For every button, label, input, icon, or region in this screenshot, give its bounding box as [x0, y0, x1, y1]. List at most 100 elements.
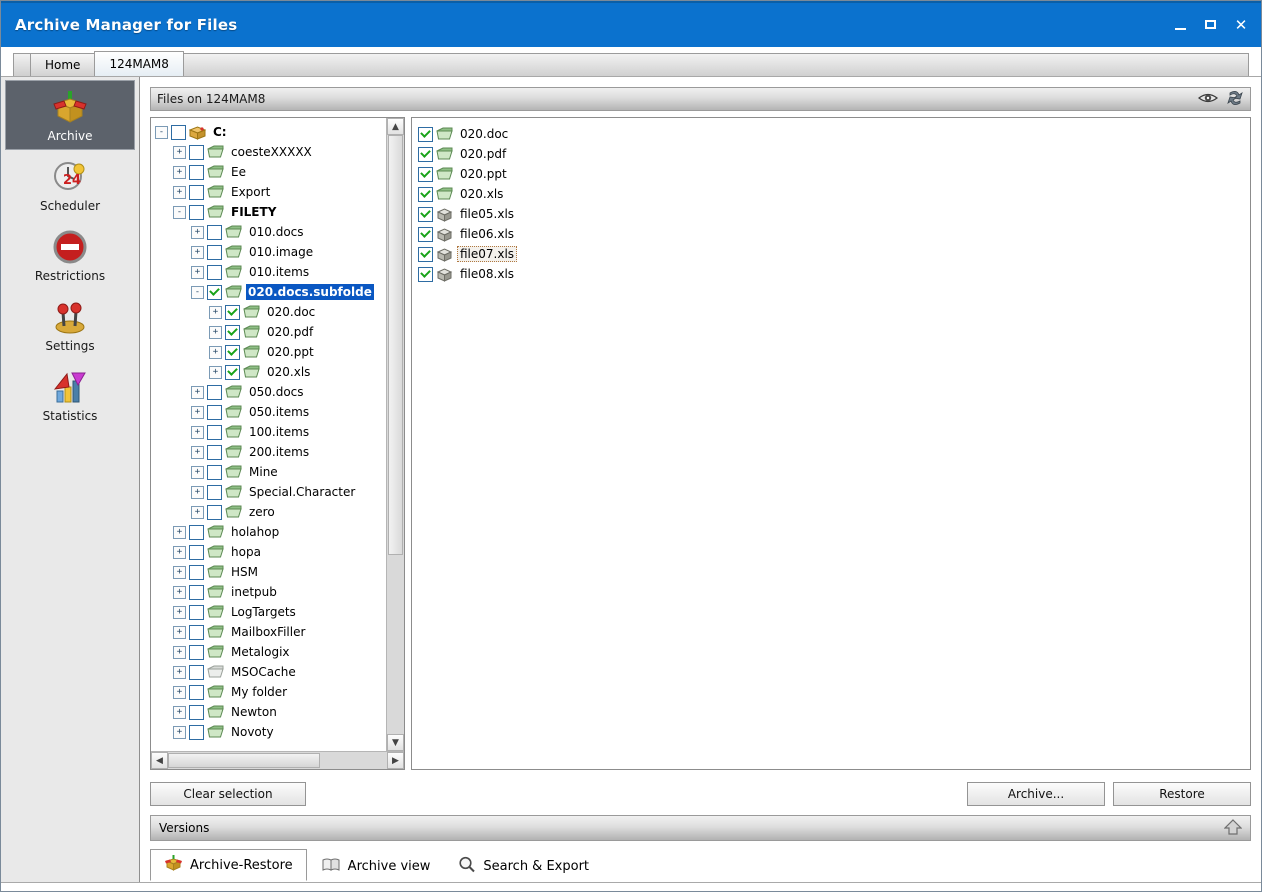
expand-toggle-icon[interactable]: +: [173, 166, 186, 179]
tree-row[interactable]: +050.docs: [155, 382, 386, 402]
folder-tree[interactable]: -C:+coesteXXXXX+Ee+Export-FILETY+010.doc…: [151, 118, 386, 751]
expand-toggle-icon[interactable]: +: [209, 346, 222, 359]
tree-row-checkbox[interactable]: [207, 405, 222, 420]
tree-row[interactable]: +Novoty: [155, 722, 386, 742]
sidebar-item-statistics[interactable]: Statistics: [5, 360, 135, 430]
tree-row[interactable]: +LogTargets: [155, 602, 386, 622]
expand-toggle-icon[interactable]: +: [173, 666, 186, 679]
expand-toggle-icon[interactable]: +: [191, 506, 204, 519]
tree-scroll-track[interactable]: [387, 135, 404, 734]
tree-row[interactable]: +010.items: [155, 262, 386, 282]
expand-toggle-icon[interactable]: +: [173, 146, 186, 159]
tree-row[interactable]: +020.pdf: [155, 322, 386, 342]
sidebar-item-archive[interactable]: Archive: [5, 80, 135, 150]
expand-toggle-icon[interactable]: +: [173, 726, 186, 739]
tree-row[interactable]: +My folder: [155, 682, 386, 702]
file-list-item[interactable]: 020.pdf: [418, 144, 1250, 164]
tree-hscroll-track[interactable]: [168, 752, 387, 769]
tree-row-checkbox[interactable]: [207, 225, 222, 240]
collapse-toggle-icon[interactable]: -: [155, 126, 168, 139]
expand-toggle-icon[interactable]: +: [191, 246, 204, 259]
file-item-checkbox[interactable]: [418, 147, 433, 162]
expand-toggle-icon[interactable]: +: [173, 646, 186, 659]
tree-row[interactable]: +hopa: [155, 542, 386, 562]
tree-row[interactable]: +holahop: [155, 522, 386, 542]
bottom-tab-archive-view[interactable]: Archive view: [307, 851, 445, 881]
tree-row-checkbox[interactable]: [171, 125, 186, 140]
tree-row-checkbox[interactable]: [189, 525, 204, 540]
expand-toggle-icon[interactable]: +: [173, 606, 186, 619]
file-item-checkbox[interactable]: [418, 267, 433, 282]
tree-row-checkbox[interactable]: [189, 725, 204, 740]
tree-row-checkbox[interactable]: [189, 585, 204, 600]
tree-row-checkbox[interactable]: [225, 305, 240, 320]
tree-row[interactable]: -020.docs.subfolde: [155, 282, 386, 302]
tree-row-checkbox[interactable]: [189, 165, 204, 180]
tree-vertical-scrollbar[interactable]: ▲ ▼: [386, 118, 404, 751]
file-item-checkbox[interactable]: [418, 247, 433, 262]
expand-toggle-icon[interactable]: +: [191, 266, 204, 279]
tree-row[interactable]: -C:: [155, 122, 386, 142]
file-list-item[interactable]: file05.xls: [418, 204, 1250, 224]
tree-row[interactable]: +HSM: [155, 562, 386, 582]
tree-row[interactable]: +010.image: [155, 242, 386, 262]
tree-row[interactable]: +020.xls: [155, 362, 386, 382]
sidebar-item-scheduler[interactable]: 24 Scheduler: [5, 150, 135, 220]
tree-scroll-thumb[interactable]: [388, 135, 403, 555]
preview-eye-icon[interactable]: [1198, 91, 1218, 108]
tree-row-checkbox[interactable]: [207, 265, 222, 280]
tree-row[interactable]: +200.items: [155, 442, 386, 462]
tree-row-checkbox[interactable]: [189, 705, 204, 720]
expand-toggle-icon[interactable]: +: [191, 406, 204, 419]
sidebar-item-settings[interactable]: Settings: [5, 290, 135, 360]
tree-row-checkbox[interactable]: [207, 245, 222, 260]
tree-row-checkbox[interactable]: [189, 145, 204, 160]
file-list-item[interactable]: file07.xls: [418, 244, 1250, 264]
tree-row[interactable]: +inetpub: [155, 582, 386, 602]
tree-row[interactable]: +100.items: [155, 422, 386, 442]
tree-row[interactable]: +Ee: [155, 162, 386, 182]
sidebar-item-restrictions[interactable]: Restrictions: [5, 220, 135, 290]
tree-row-checkbox[interactable]: [189, 605, 204, 620]
maximize-button[interactable]: [1203, 17, 1219, 33]
tree-row-checkbox[interactable]: [207, 505, 222, 520]
expand-toggle-icon[interactable]: +: [173, 566, 186, 579]
tree-row[interactable]: +zero: [155, 502, 386, 522]
expand-toggle-icon[interactable]: +: [191, 426, 204, 439]
tab-124mam8[interactable]: 124MAM8: [94, 51, 183, 76]
file-item-checkbox[interactable]: [418, 187, 433, 202]
expand-toggle-icon[interactable]: +: [209, 366, 222, 379]
tree-row-checkbox[interactable]: [189, 185, 204, 200]
expand-toggle-icon[interactable]: +: [173, 186, 186, 199]
tree-row[interactable]: +Mine: [155, 462, 386, 482]
expand-toggle-icon[interactable]: +: [191, 386, 204, 399]
tree-row[interactable]: -FILETY: [155, 202, 386, 222]
minimize-button[interactable]: [1173, 17, 1189, 33]
tree-row-checkbox[interactable]: [189, 685, 204, 700]
tree-row-checkbox[interactable]: [189, 625, 204, 640]
expand-toggle-icon[interactable]: +: [191, 446, 204, 459]
tree-row-checkbox[interactable]: [207, 445, 222, 460]
tree-row[interactable]: +Special.Character: [155, 482, 386, 502]
tree-row-checkbox[interactable]: [189, 565, 204, 580]
file-list-item[interactable]: file08.xls: [418, 264, 1250, 284]
tab-home[interactable]: Home: [30, 53, 95, 76]
tree-row[interactable]: +020.ppt: [155, 342, 386, 362]
expand-toggle-icon[interactable]: +: [173, 706, 186, 719]
file-item-checkbox[interactable]: [418, 167, 433, 182]
expand-toggle-icon[interactable]: +: [191, 226, 204, 239]
expand-toggle-icon[interactable]: +: [209, 326, 222, 339]
file-item-checkbox[interactable]: [418, 227, 433, 242]
file-list-item[interactable]: 020.xls: [418, 184, 1250, 204]
up-arrow-icon[interactable]: [1224, 819, 1242, 838]
tree-row-checkbox[interactable]: [225, 365, 240, 380]
tree-row[interactable]: +MailboxFiller: [155, 622, 386, 642]
expand-toggle-icon[interactable]: +: [209, 306, 222, 319]
bottom-tab-archive-restore[interactable]: Archive-Restore: [150, 849, 307, 881]
expand-toggle-icon[interactable]: +: [173, 586, 186, 599]
tree-row-checkbox[interactable]: [207, 385, 222, 400]
tree-row-checkbox[interactable]: [189, 645, 204, 660]
expand-toggle-icon[interactable]: +: [191, 466, 204, 479]
tree-horizontal-scrollbar[interactable]: ◀ ▶: [151, 751, 404, 769]
file-list-item[interactable]: 020.ppt: [418, 164, 1250, 184]
